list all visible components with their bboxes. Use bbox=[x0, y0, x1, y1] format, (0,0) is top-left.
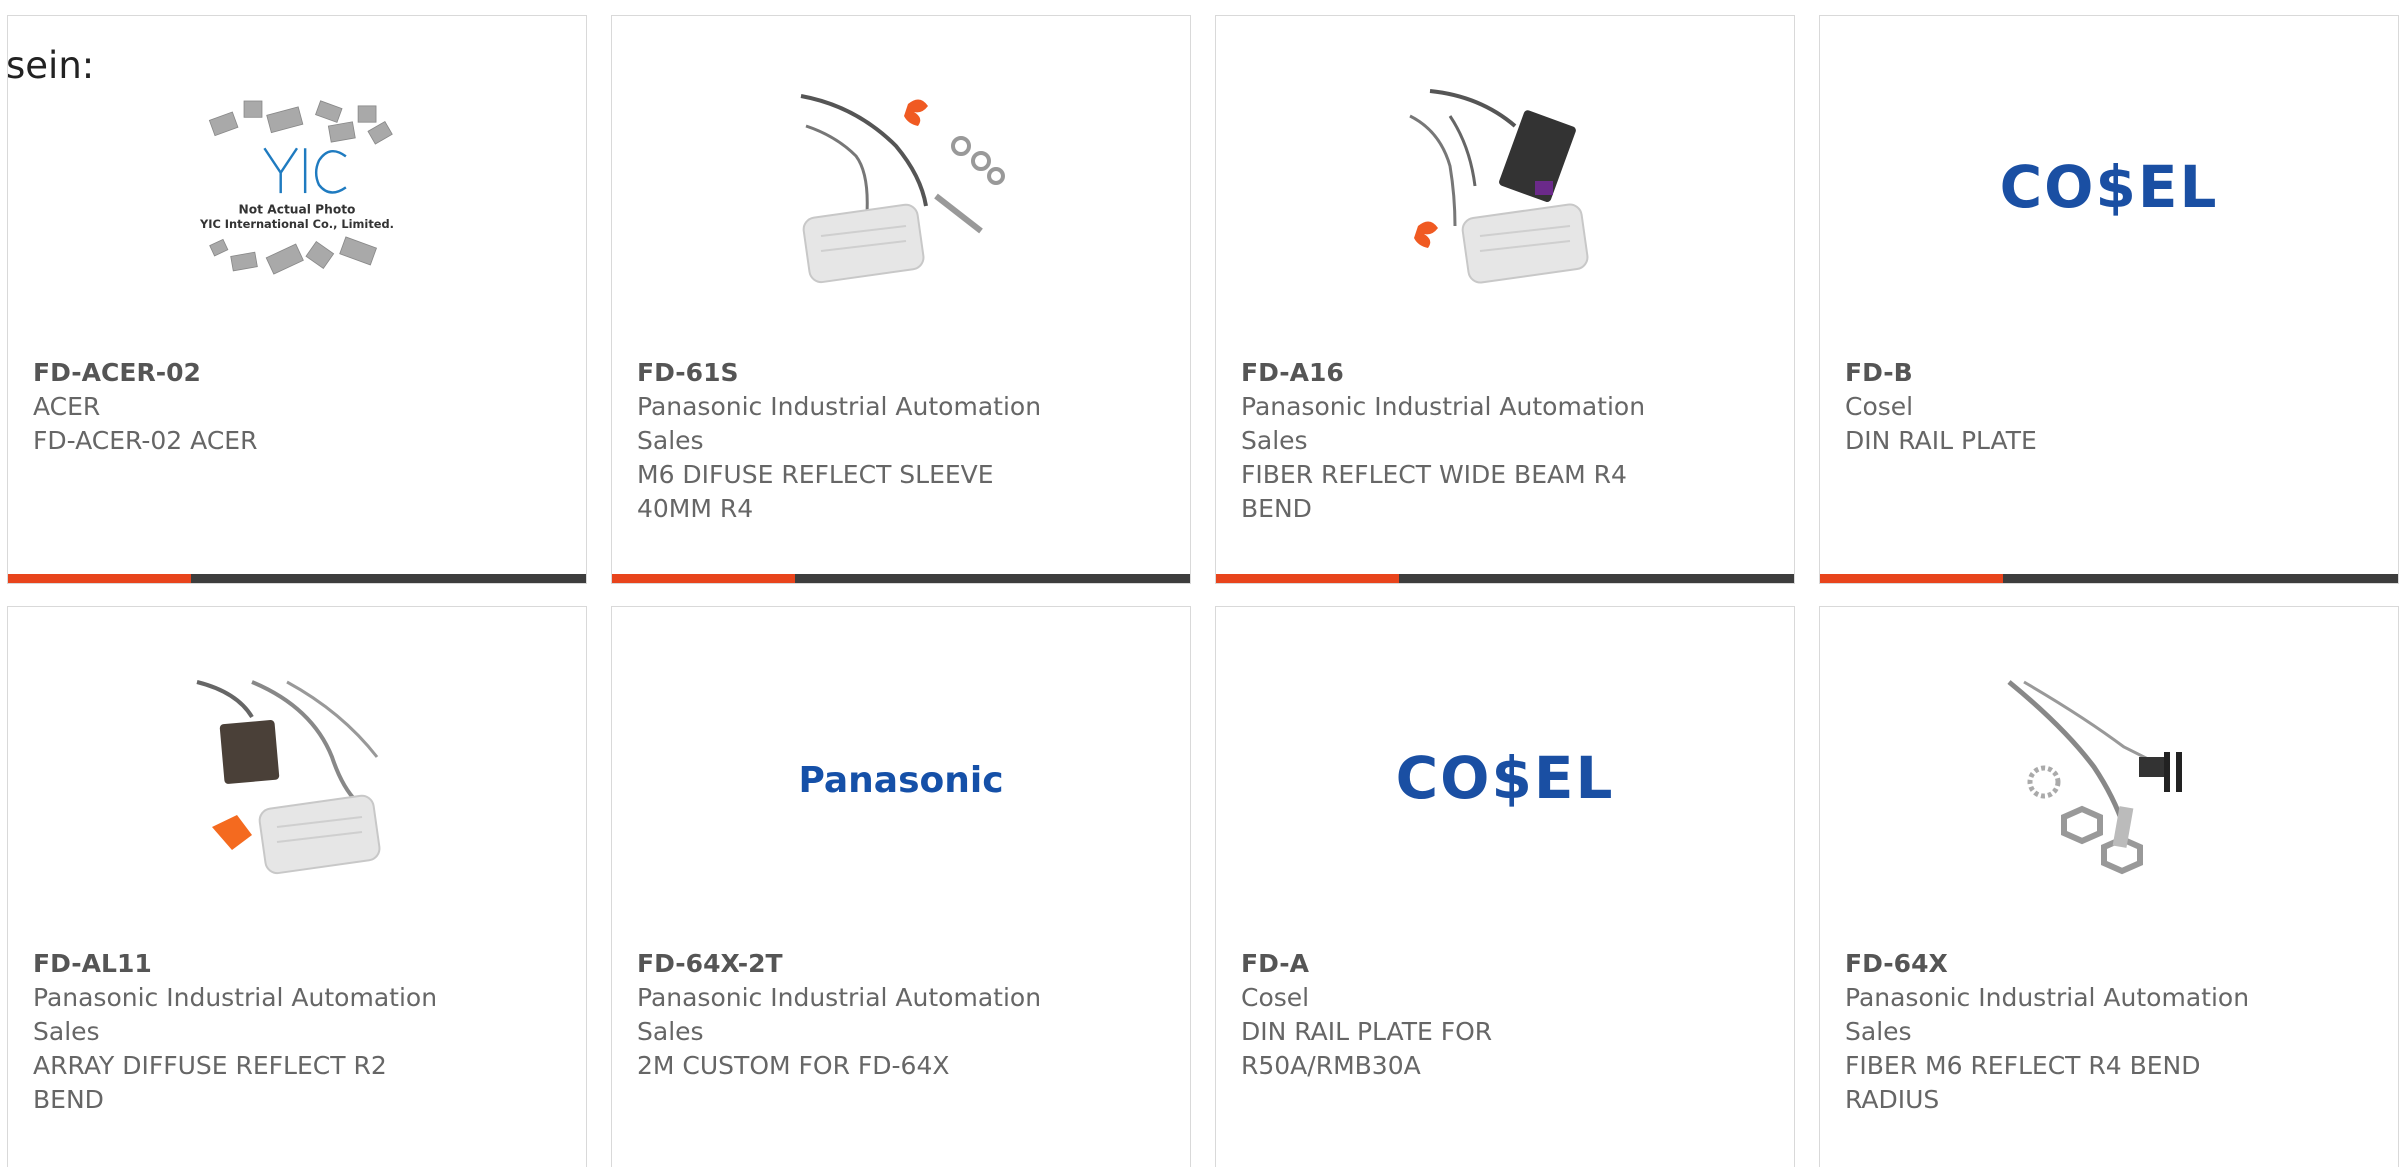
product-image-placeholder[interactable]: Not Actual Photo YIC International Co., … bbox=[187, 86, 407, 291]
panasonic-logo-text: Panasonic bbox=[798, 760, 1003, 801]
fiber-sensor-array-icon bbox=[196, 680, 381, 875]
accent-bar bbox=[8, 574, 191, 583]
card-bottom-bar bbox=[1820, 574, 2398, 583]
product-info: FD-64X-2T Panasonic Industrial Automatio… bbox=[637, 947, 1067, 1083]
product-card[interactable]: FD-61S Panasonic Industrial Automation S… bbox=[611, 15, 1191, 584]
part-number[interactable]: FD-ACER-02 bbox=[33, 356, 463, 390]
accent-bar bbox=[1216, 574, 1399, 583]
product-info: FD-A Cosel DIN RAIL PLATE FOR R50A/RMB30… bbox=[1241, 947, 1671, 1083]
cosel-logo-text: CO$EL bbox=[1396, 744, 1615, 812]
product-image[interactable] bbox=[187, 677, 407, 882]
stray-label: sein: bbox=[6, 44, 95, 87]
page: sein: Not Actual Photo YIC International… bbox=[0, 0, 2400, 1167]
fiber-sensor-sleeve-icon bbox=[800, 94, 1005, 284]
cosel-logo-icon: CO$EL bbox=[1396, 744, 1615, 812]
accent-bar bbox=[1820, 574, 2003, 583]
product-info: FD-AL11 Panasonic Industrial Automation … bbox=[33, 947, 463, 1117]
product-image[interactable]: CO$EL bbox=[1395, 677, 1615, 882]
part-number[interactable]: FD-64X-2T bbox=[637, 947, 1067, 981]
yic-placeholder-icon: Not Actual Photo YIC International Co., … bbox=[199, 99, 394, 275]
description: FIBER REFLECT WIDE BEAM R4 BEND bbox=[1241, 460, 1627, 523]
manufacturer: Panasonic Industrial Automation Sales bbox=[637, 983, 1042, 1046]
product-card[interactable]: FD-64X Panasonic Industrial Automation S… bbox=[1819, 606, 2399, 1167]
part-number[interactable]: FD-A bbox=[1241, 947, 1671, 981]
product-image[interactable]: Panasonic bbox=[791, 677, 1011, 882]
fiber-sensor-wide-beam-icon bbox=[1409, 89, 1589, 284]
image-caption-2: YIC International Co., Limited. bbox=[199, 217, 394, 231]
product-image[interactable] bbox=[1395, 86, 1615, 291]
cosel-logo-text: CO$EL bbox=[2000, 153, 2219, 221]
product-info: FD-B Cosel DIN RAIL PLATE bbox=[1845, 356, 2275, 458]
card-bottom-bar bbox=[612, 574, 1190, 583]
manufacturer: Panasonic Industrial Automation Sales bbox=[1845, 983, 2250, 1046]
manufacturer: ACER bbox=[33, 392, 101, 421]
card-bottom-bar bbox=[8, 574, 586, 583]
product-image[interactable] bbox=[1999, 677, 2219, 882]
panasonic-logo-icon: Panasonic bbox=[798, 760, 1003, 801]
product-info: FD-ACER-02 ACER FD-ACER-02 ACER bbox=[33, 356, 463, 458]
product-image[interactable]: CO$EL bbox=[1999, 86, 2219, 291]
description: FD-ACER-02 ACER bbox=[33, 426, 258, 455]
part-number[interactable]: FD-B bbox=[1845, 356, 2275, 390]
part-number[interactable]: FD-64X bbox=[1845, 947, 2275, 981]
part-number[interactable]: FD-61S bbox=[637, 356, 1067, 390]
description: M6 DIFUSE REFLECT SLEEVE 40MM R4 bbox=[637, 460, 994, 523]
description: DIN RAIL PLATE bbox=[1845, 426, 2037, 455]
product-card[interactable]: FD-AL11 Panasonic Industrial Automation … bbox=[7, 606, 587, 1167]
product-card[interactable]: FD-A16 Panasonic Industrial Automation S… bbox=[1215, 15, 1795, 584]
cosel-logo-icon: CO$EL bbox=[2000, 153, 2219, 221]
description: ARRAY DIFFUSE REFLECT R2 BEND bbox=[33, 1051, 387, 1114]
product-card[interactable]: CO$EL FD-A Cosel DIN RAIL PLATE FOR R50A… bbox=[1215, 606, 1795, 1167]
manufacturer: Panasonic Industrial Automation Sales bbox=[1241, 392, 1646, 455]
card-bottom-bar bbox=[1216, 574, 1794, 583]
accent-bar bbox=[612, 574, 795, 583]
part-number[interactable]: FD-AL11 bbox=[33, 947, 463, 981]
product-info: FD-A16 Panasonic Industrial Automation S… bbox=[1241, 356, 1671, 526]
product-image[interactable] bbox=[791, 86, 1011, 291]
fiber-sensor-m6-icon bbox=[2007, 680, 2182, 875]
image-caption-1: Not Actual Photo bbox=[239, 202, 356, 216]
description: FIBER M6 REFLECT R4 BEND RADIUS bbox=[1845, 1051, 2201, 1114]
manufacturer: Cosel bbox=[1845, 392, 1914, 421]
description: DIN RAIL PLATE FOR R50A/RMB30A bbox=[1241, 1017, 1493, 1080]
product-info: FD-64X Panasonic Industrial Automation S… bbox=[1845, 947, 2275, 1117]
product-card[interactable]: Panasonic FD-64X-2T Panasonic Industrial… bbox=[611, 606, 1191, 1167]
product-card[interactable]: CO$EL FD-B Cosel DIN RAIL PLATE bbox=[1819, 15, 2399, 584]
manufacturer: Panasonic Industrial Automation Sales bbox=[33, 983, 438, 1046]
product-card[interactable]: Not Actual Photo YIC International Co., … bbox=[7, 15, 587, 584]
manufacturer: Panasonic Industrial Automation Sales bbox=[637, 392, 1042, 455]
part-number[interactable]: FD-A16 bbox=[1241, 356, 1671, 390]
description: 2M CUSTOM FOR FD-64X bbox=[637, 1051, 950, 1080]
product-info: FD-61S Panasonic Industrial Automation S… bbox=[637, 356, 1067, 526]
manufacturer: Cosel bbox=[1241, 983, 1310, 1012]
product-grid: Not Actual Photo YIC International Co., … bbox=[7, 15, 2399, 1167]
